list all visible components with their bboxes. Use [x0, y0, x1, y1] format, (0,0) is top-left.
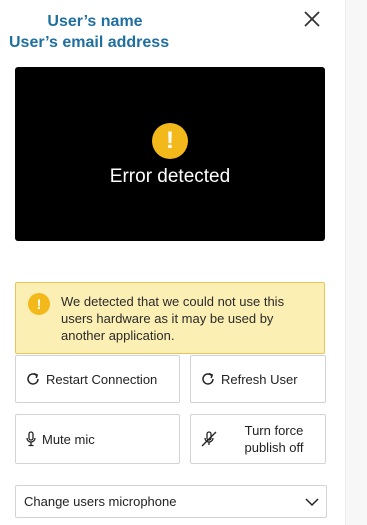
microphone-select[interactable]: Change users microphone	[15, 485, 327, 518]
refresh-icon	[25, 371, 41, 387]
alert-message: We detected that we could not use this u…	[61, 294, 285, 343]
close-button[interactable]	[301, 8, 323, 30]
mute-mic-button[interactable]: Mute mic	[15, 414, 180, 464]
microphone-icon	[25, 431, 37, 447]
force-publish-button[interactable]: Turn force publish off	[190, 414, 326, 464]
force-publish-line2: publish off	[244, 440, 304, 455]
hardware-alert: ! We detected that we could not use this…	[15, 282, 325, 354]
video-preview: ! Error detected	[15, 67, 325, 241]
user-detail-panel: User’s name User’s email address ! Error…	[0, 0, 345, 525]
close-icon	[304, 11, 320, 27]
user-name: User’s name	[47, 13, 143, 30]
restart-connection-button[interactable]: Restart Connection	[15, 355, 180, 403]
error-status-text: Error detected	[109, 166, 231, 187]
refresh-user-button[interactable]: Refresh User	[190, 355, 326, 403]
microphone-off-icon	[200, 430, 218, 448]
restart-connection-label: Restart Connection	[46, 371, 158, 387]
mute-mic-label: Mute mic	[42, 431, 95, 447]
user-email: User’s email address	[9, 34, 170, 51]
force-publish-line1: Turn force	[244, 423, 304, 438]
warning-icon: !	[152, 123, 188, 159]
warning-icon: !	[28, 293, 50, 315]
force-publish-label: Turn force publish off	[223, 422, 325, 456]
refresh-user-label: Refresh User	[221, 371, 298, 387]
chevron-down-icon	[304, 494, 320, 513]
background-edge	[345, 0, 367, 525]
refresh-icon	[200, 371, 216, 387]
microphone-select-value: Change users microphone	[24, 494, 177, 509]
